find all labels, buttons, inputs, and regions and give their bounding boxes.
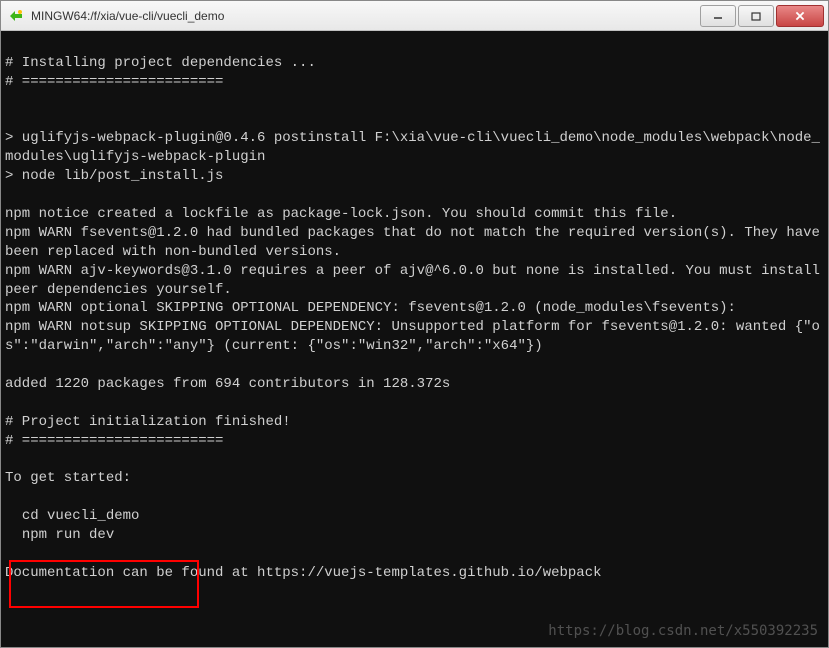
terminal-body[interactable]: # Installing project dependencies ... # … [1,31,828,647]
terminal-line: # Project initialization finished! [5,414,291,430]
terminal-line: To get started: [5,470,131,486]
terminal-line: npm WARN notsup SKIPPING OPTIONAL DEPEND… [5,319,820,354]
terminal-line: > uglifyjs-webpack-plugin@0.4.6 postinst… [5,130,820,165]
terminal-line: npm notice created a lockfile as package… [5,206,677,222]
close-button[interactable] [776,5,824,27]
window-title: MINGW64:/f/xia/vue-cli/vuecli_demo [31,9,698,23]
terminal-line: npm WARN fsevents@1.2.0 had bundled pack… [5,225,828,260]
titlebar[interactable]: MINGW64:/f/xia/vue-cli/vuecli_demo [1,1,828,31]
terminal-line: npm WARN optional SKIPPING OPTIONAL DEPE… [5,300,736,316]
window-controls [698,5,824,27]
terminal-line: Documentation can be found at https://vu… [5,565,602,581]
terminal-line: added 1220 packages from 694 contributor… [5,376,450,392]
terminal-line: npm run dev [5,527,114,543]
terminal-line: # ======================== [5,74,223,90]
app-icon [7,7,25,25]
terminal-line: cd vuecli_demo [5,508,139,524]
terminal-window: MINGW64:/f/xia/vue-cli/vuecli_demo # Ins… [0,0,829,648]
terminal-line: npm WARN ajv-keywords@3.1.0 requires a p… [5,263,828,298]
terminal-line: # Installing project dependencies ... [5,55,316,71]
terminal-line: # ======================== [5,433,223,449]
watermark-text: https://blog.csdn.net/x550392235 [548,622,818,641]
maximize-button[interactable] [738,5,774,27]
minimize-button[interactable] [700,5,736,27]
terminal-line: > node lib/post_install.js [5,168,223,184]
